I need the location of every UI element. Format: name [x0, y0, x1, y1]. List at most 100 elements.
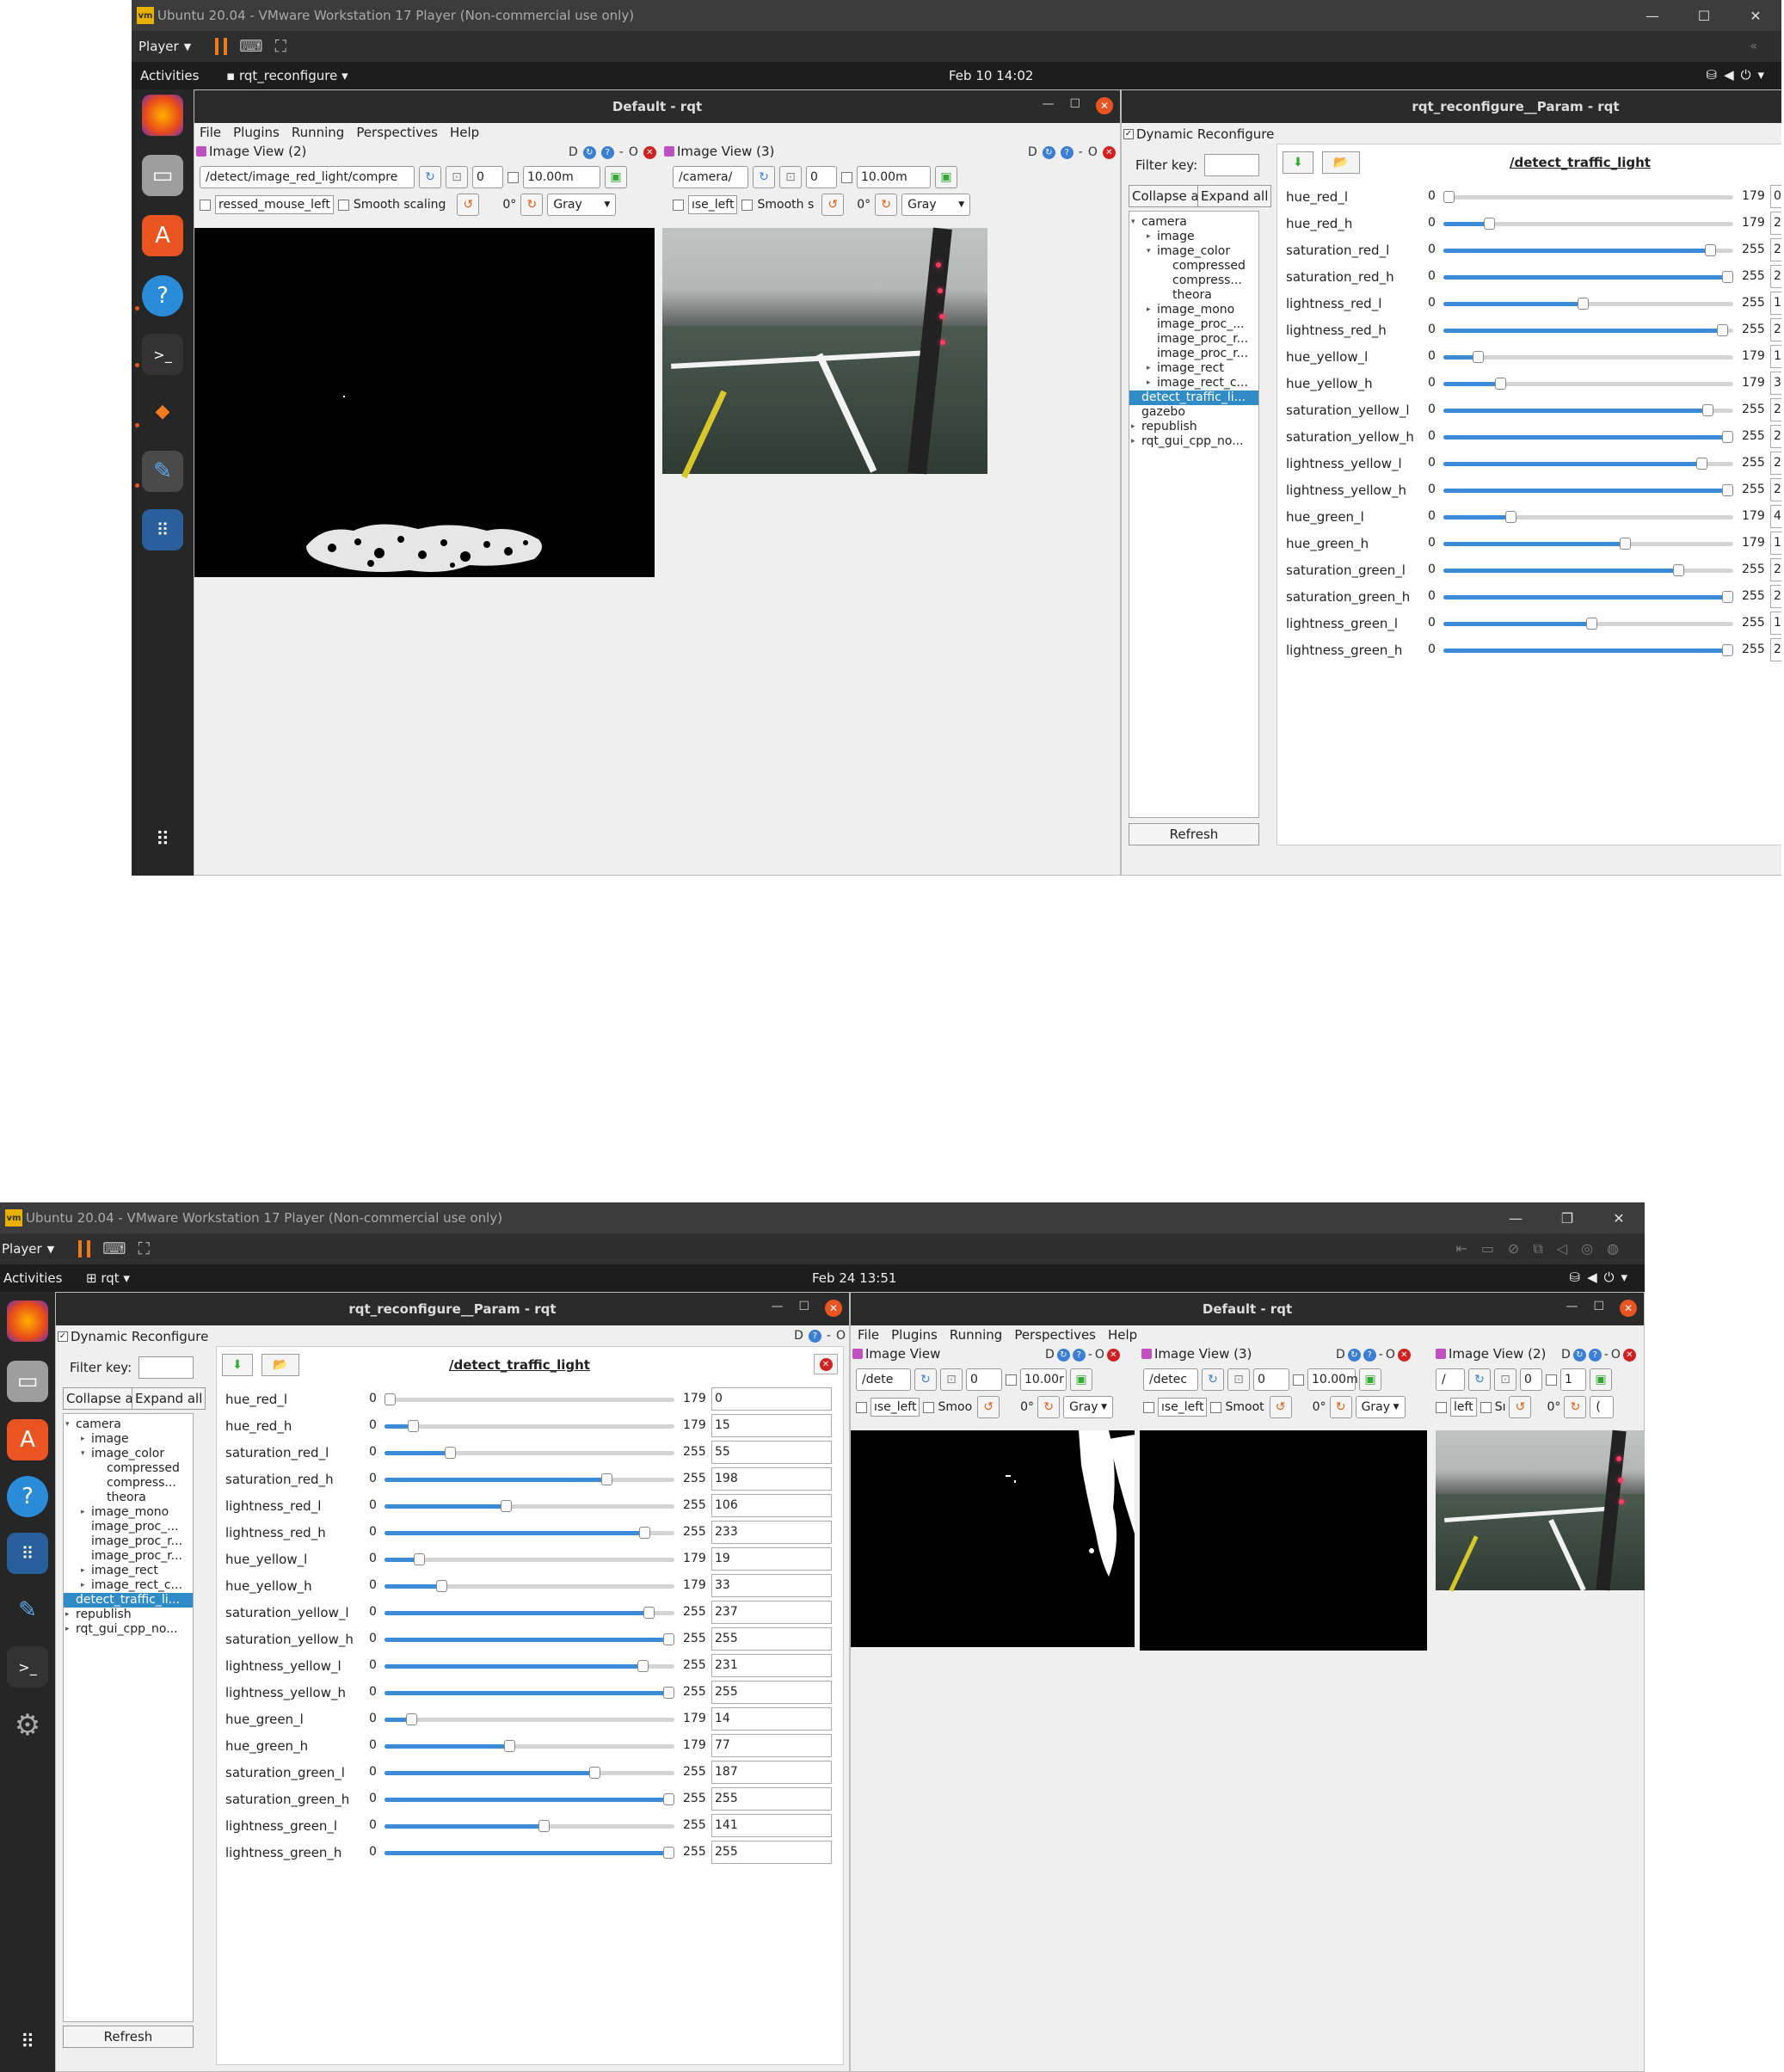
help-icon[interactable]: ? [1060, 145, 1073, 159]
chevron-down-icon[interactable]: ▾ [1131, 218, 1135, 226]
maximize-icon[interactable]: ☐ [1593, 1300, 1604, 1317]
checkbox-smooth[interactable] [337, 199, 349, 211]
tree-item[interactable]: compressed [64, 1461, 193, 1476]
slider-handle[interactable] [663, 1847, 674, 1859]
tree-item[interactable]: image_proc_r... [1129, 347, 1258, 361]
menu-file[interactable]: File [858, 1327, 879, 1343]
chevron-right-icon[interactable]: ▸ [65, 1610, 70, 1619]
rotate-left-icon[interactable]: ↺ [1269, 1396, 1292, 1418]
minimize-plugin[interactable]: - [1079, 145, 1083, 159]
refresh-topics-icon[interactable]: ↻ [419, 166, 441, 188]
reload-icon[interactable]: ↻ [1056, 1348, 1070, 1362]
tree-item[interactable]: image_proc_r... [64, 1549, 193, 1564]
chevron-down-icon[interactable]: ▾ [65, 1420, 70, 1429]
param-slider[interactable] [1443, 191, 1733, 203]
save-image-icon[interactable]: ▣ [935, 166, 957, 188]
text-editor-icon[interactable]: ✎ [142, 451, 183, 492]
menu-running[interactable]: Running [292, 125, 344, 140]
checkbox-mouse[interactable] [1436, 1401, 1447, 1413]
rotate-right-icon[interactable]: ↻ [875, 194, 898, 216]
param-value-input[interactable]: 233 [711, 1521, 832, 1544]
tree-item[interactable]: rqt_gui_cpp_no... [64, 1622, 193, 1637]
tree-item[interactable]: theora [1129, 288, 1258, 303]
color-scheme-combo[interactable]: Gray ▼ [901, 194, 971, 216]
show-apps-icon[interactable]: ⠿ [7, 2021, 48, 2063]
slider-handle[interactable] [663, 1633, 674, 1645]
slider-handle[interactable] [444, 1447, 456, 1459]
slider-handle[interactable] [1722, 644, 1733, 656]
maximize-icon[interactable]: ☐ [1678, 8, 1730, 24]
tree-item[interactable]: republish [1129, 420, 1258, 434]
param-slider[interactable] [384, 1793, 674, 1805]
tree-item[interactable]: image_proc_r... [64, 1534, 193, 1549]
chevron-right-icon[interactable]: ▸ [81, 1566, 85, 1575]
slider-handle[interactable] [1722, 484, 1733, 496]
send-keys-icon[interactable]: ⌨ [102, 1239, 126, 1258]
tree-item[interactable]: compress... [64, 1476, 193, 1491]
fullscreen-icon[interactable]: ⛶ [138, 1239, 150, 1258]
color-scheme-combo[interactable]: ( [1590, 1396, 1615, 1418]
param-slider[interactable] [1443, 404, 1733, 416]
dock-toggle[interactable]: D [794, 1329, 803, 1343]
activities-button[interactable]: Activities [3, 1270, 62, 1286]
slider-handle[interactable] [663, 1793, 674, 1805]
chevron-right-icon[interactable]: ▸ [1147, 305, 1151, 314]
slider-handle[interactable] [1586, 618, 1598, 630]
float-plugin[interactable]: O [1095, 1348, 1104, 1362]
param-value-input[interactable]: 231 [711, 1654, 832, 1677]
slider-handle[interactable] [1443, 191, 1455, 203]
topic-combo[interactable]: /dete [856, 1368, 911, 1391]
param-value-input[interactable]: 19 [711, 1547, 832, 1571]
help-icon[interactable]: ? [1588, 1348, 1602, 1362]
color-scheme-combo[interactable]: Gray ▼ [1355, 1396, 1406, 1418]
slider-handle[interactable] [538, 1820, 551, 1832]
reload-icon[interactable]: ↻ [582, 145, 596, 159]
spin-num[interactable]: 0 [472, 166, 503, 188]
app-menu[interactable]: ⊞ rqt ▾ [86, 1270, 130, 1286]
rotate-left-icon[interactable]: ↺ [821, 194, 845, 216]
param-value-input[interactable]: 210 [1770, 558, 1781, 581]
param-slider[interactable] [384, 1660, 674, 1672]
slider-handle[interactable] [1473, 351, 1485, 363]
slider-handle[interactable] [588, 1767, 600, 1779]
param-value-input[interactable]: 14 [711, 1707, 832, 1731]
rotate-right-icon[interactable]: ↻ [520, 194, 544, 216]
slider-handle[interactable] [406, 1713, 418, 1725]
rotate-left-icon[interactable]: ↺ [977, 1396, 1000, 1418]
param-slider[interactable] [1443, 244, 1733, 256]
topic-combo[interactable]: / [1436, 1368, 1465, 1391]
param-value-input[interactable]: 113 [1770, 532, 1781, 555]
slider-handle[interactable] [1702, 404, 1714, 416]
slider-handle[interactable] [435, 1580, 447, 1592]
checkbox-mouse[interactable] [200, 199, 211, 211]
dock-toggle[interactable]: D [1028, 145, 1037, 159]
save-params-icon[interactable]: ⬇ [1283, 151, 1313, 174]
filter-input[interactable] [138, 1356, 194, 1379]
chevron-right-icon[interactable]: ▸ [1147, 232, 1151, 241]
save-image-icon[interactable]: ▣ [1070, 1368, 1092, 1391]
slider-handle[interactable] [500, 1500, 512, 1512]
player-menu[interactable]: Player [2, 1241, 42, 1257]
filter-input[interactable] [1204, 154, 1260, 176]
param-value-input[interactable]: 123 [1770, 292, 1781, 315]
mouse-topic-input[interactable]: left [1450, 1398, 1477, 1417]
param-value-input[interactable]: 77 [711, 1734, 832, 1757]
close-icon[interactable]: ✕ [825, 1300, 842, 1317]
param-slider[interactable] [384, 1527, 674, 1539]
save-params-icon[interactable]: ⬇ [222, 1354, 253, 1376]
menu-file[interactable]: File [200, 125, 221, 140]
dock-toggle[interactable]: D [569, 145, 578, 159]
close-icon[interactable]: ✕ [1620, 1300, 1637, 1317]
param-slider[interactable] [1443, 378, 1733, 390]
slider-handle[interactable] [1578, 298, 1590, 310]
help-icon[interactable]: ? [1363, 1348, 1376, 1362]
slider-handle[interactable] [600, 1473, 612, 1485]
clock[interactable]: Feb 24 13:51 [812, 1270, 896, 1286]
checkbox[interactable] [508, 171, 519, 183]
settings-icon[interactable]: ⚙ [7, 1705, 48, 1746]
slider-handle[interactable] [1722, 271, 1733, 283]
reload-icon[interactable]: ↻ [1572, 1348, 1586, 1362]
param-value-input[interactable]: 255 [1770, 585, 1781, 608]
zoom-icon[interactable]: ⊡ [1227, 1368, 1250, 1391]
tree-item[interactable]: camera [1129, 215, 1258, 230]
